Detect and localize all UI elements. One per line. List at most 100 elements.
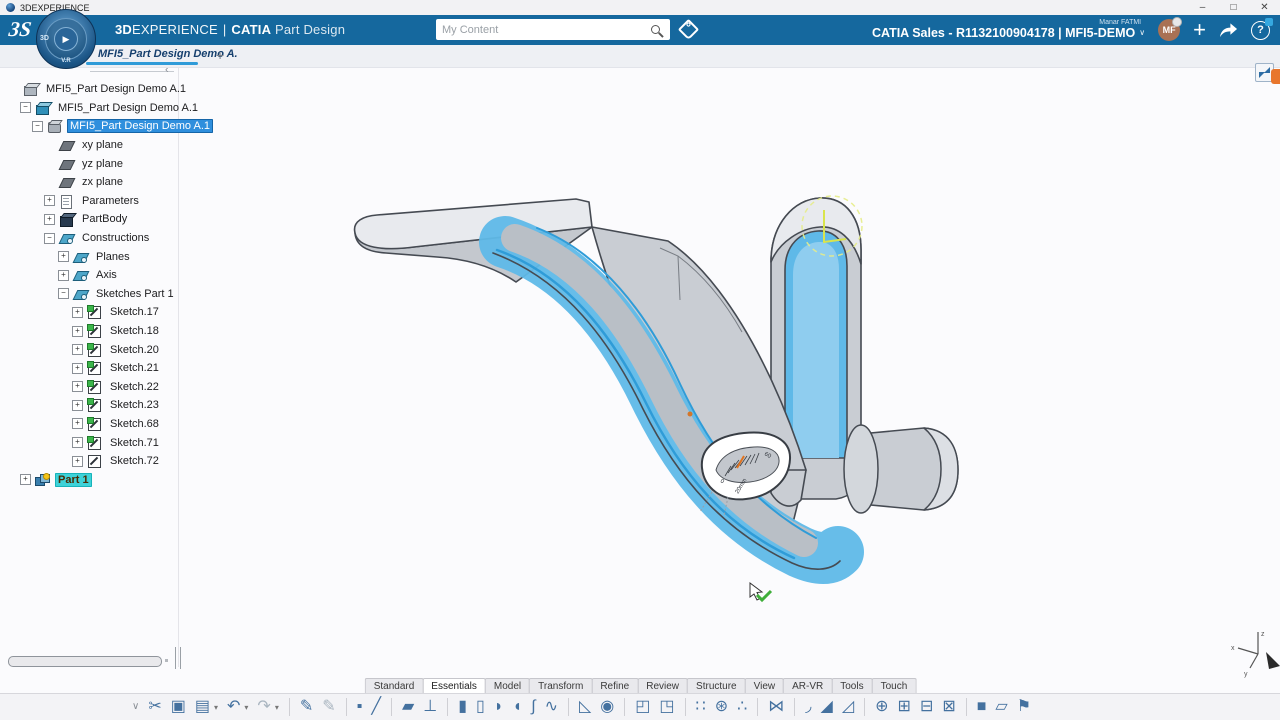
tree-expander-icon[interactable]: +: [72, 307, 83, 318]
tree-item-planes[interactable]: + Planes: [4, 247, 213, 266]
compass-play-icon[interactable]: ▶: [54, 27, 78, 51]
tree-expander-icon[interactable]: +: [58, 270, 69, 281]
tree-expander-icon[interactable]: +: [72, 418, 83, 429]
search-input[interactable]: [436, 24, 651, 36]
search-icon[interactable]: [651, 25, 660, 34]
assemble-icon[interactable]: ⊕: [875, 699, 888, 715]
hole-icon[interactable]: ◉: [600, 699, 614, 715]
ribbon-tab-model[interactable]: Model: [485, 678, 530, 693]
point-icon[interactable]: ▪: [357, 699, 363, 715]
cut-icon[interactable]: ✂: [148, 699, 161, 715]
tree-expander-icon[interactable]: +: [72, 456, 83, 467]
notification-flag[interactable]: [1271, 69, 1280, 84]
plane-icon[interactable]: ▰: [402, 699, 414, 715]
avatar[interactable]: MF: [1158, 19, 1180, 41]
undo-dropdown-icon[interactable]: ▾: [244, 703, 248, 712]
tree-node-label[interactable]: Parameters: [79, 194, 142, 208]
tree-node-label[interactable]: Sketches Part 1: [93, 287, 177, 301]
sketch-icon[interactable]: ✎: [322, 699, 335, 715]
tree-node-label[interactable]: MFI5_Part Design Demo A.1: [67, 119, 213, 133]
tree-item-sketch-68[interactable]: + Sketch.68: [4, 415, 213, 434]
tree-node-label[interactable]: xy plane: [79, 138, 126, 152]
ribbon-tab-view[interactable]: View: [745, 678, 785, 693]
tree-node-label[interactable]: zx plane: [79, 175, 126, 189]
tree-item-sketch-17[interactable]: + Sketch.17: [4, 303, 213, 322]
tree-item-sketch-71[interactable]: + Sketch.71: [4, 433, 213, 452]
pocket-icon[interactable]: ▯: [476, 699, 485, 715]
tree-expander-icon[interactable]: +: [72, 437, 83, 448]
close-button[interactable]: ✕: [1249, 0, 1280, 15]
tree-item-sketch-21[interactable]: + Sketch.21: [4, 359, 213, 378]
tree-item-zx-plane[interactable]: zx plane: [4, 173, 213, 192]
line-icon[interactable]: ╱: [371, 699, 381, 715]
tree-node-label[interactable]: PartBody: [79, 212, 130, 226]
tree-item-representation[interactable]: − MFI5_Part Design Demo A.1: [4, 99, 213, 118]
tree-expander-icon[interactable]: +: [44, 195, 55, 206]
shaft-icon[interactable]: ◗: [494, 699, 504, 715]
tree-expander-icon[interactable]: +: [44, 214, 55, 225]
ribbon-tab-ar-vr[interactable]: AR-VR: [783, 678, 832, 693]
draft-angle-icon[interactable]: ◿: [842, 699, 854, 715]
tree-node-label[interactable]: Sketch.17: [107, 305, 162, 319]
tree-node-label[interactable]: MFI5_Part Design Demo A.1: [55, 101, 201, 115]
add-boolean-icon[interactable]: ⊞: [898, 699, 911, 715]
tree-item-sketch-22[interactable]: + Sketch.22: [4, 378, 213, 397]
intersect-icon[interactable]: ⊠: [942, 699, 955, 715]
tree-horizontal-scrollbar[interactable]: [8, 656, 162, 667]
chevron-down-icon[interactable]: ∨: [1139, 29, 1145, 38]
rib-icon[interactable]: ∫: [531, 699, 535, 715]
tree-item-part-selected[interactable]: − MFI5_Part Design Demo A.1: [4, 117, 213, 136]
tree-node-label[interactable]: Constructions: [79, 231, 152, 245]
tree-item-yz-plane[interactable]: yz plane: [4, 154, 213, 173]
minimize-button[interactable]: –: [1187, 0, 1218, 15]
tree-expander-icon[interactable]: +: [72, 326, 83, 337]
tree-node-label[interactable]: Sketch.18: [107, 324, 162, 338]
tree-item-parameters[interactable]: + Parameters: [4, 192, 213, 211]
remove-boolean-icon[interactable]: ⊟: [920, 699, 933, 715]
panel-resize-handle[interactable]: [175, 647, 181, 669]
paste-dropdown-icon[interactable]: ▾: [214, 703, 218, 712]
tree-node-label[interactable]: Axis: [93, 268, 120, 282]
undo-icon[interactable]: ↶: [227, 699, 240, 715]
tree-expander-icon[interactable]: +: [58, 251, 69, 262]
tree-expander-icon[interactable]: +: [72, 344, 83, 355]
help-icon[interactable]: ?: [1251, 21, 1270, 40]
ribbon-tab-standard[interactable]: Standard: [365, 678, 424, 693]
chamfer-icon[interactable]: ◢: [821, 699, 833, 715]
slot-icon[interactable]: ∿: [545, 699, 558, 715]
tree-item-partbody[interactable]: + PartBody: [4, 210, 213, 229]
3d-compass[interactable]: 3D V.R ▶: [36, 9, 96, 69]
add-content-button[interactable]: +: [1193, 19, 1206, 41]
tree-item-constructions[interactable]: − Constructions: [4, 229, 213, 248]
tree-node-label[interactable]: Sketch.20: [107, 343, 162, 357]
tree-item-axis[interactable]: + Axis: [4, 266, 213, 285]
tree-expander-icon[interactable]: −: [58, 288, 69, 299]
tree-expander-icon[interactable]: +: [72, 381, 83, 392]
axis-system-icon[interactable]: ⊥: [423, 699, 437, 715]
tree-node-label[interactable]: Sketch.21: [107, 361, 162, 375]
ribbon-tab-transform[interactable]: Transform: [529, 678, 592, 693]
tree-node-label[interactable]: yz plane: [79, 157, 126, 171]
redo-icon[interactable]: ↷: [257, 699, 270, 715]
tree-node-label[interactable]: Sketch.23: [107, 398, 162, 412]
toolbar-collapse-icon[interactable]: ∨: [132, 702, 139, 712]
tree-expander-icon[interactable]: +: [72, 363, 83, 374]
shell-icon[interactable]: ◰: [635, 699, 650, 715]
tree-node-label[interactable]: Sketch.71: [107, 436, 162, 450]
tree-node-label[interactable]: Sketch.68: [107, 417, 162, 431]
tree-expander-icon[interactable]: −: [32, 121, 43, 132]
tree-node-label[interactable]: Sketch.72: [107, 454, 162, 468]
geometrical-set-icon[interactable]: ▱: [995, 699, 1007, 715]
tree-expander-icon[interactable]: −: [20, 102, 31, 113]
user-pattern-icon[interactable]: ∴: [737, 699, 747, 715]
tree-item-sketch-20[interactable]: + Sketch.20: [4, 340, 213, 359]
tree-expander-icon[interactable]: +: [20, 474, 31, 485]
redo-dropdown-icon[interactable]: ▾: [275, 703, 279, 712]
insert-flag-icon[interactable]: ⚑: [1017, 699, 1031, 715]
circular-pattern-icon[interactable]: ⊛: [715, 699, 728, 715]
tree-item-product-root[interactable]: MFI5_Part Design Demo A.1: [4, 80, 213, 99]
ribbon-tab-essentials[interactable]: Essentials: [422, 678, 486, 693]
ribbon-tab-tools[interactable]: Tools: [831, 678, 872, 693]
paste-icon[interactable]: ▤: [195, 699, 210, 715]
tree-item-sketches-part-1[interactable]: − Sketches Part 1: [4, 285, 213, 304]
